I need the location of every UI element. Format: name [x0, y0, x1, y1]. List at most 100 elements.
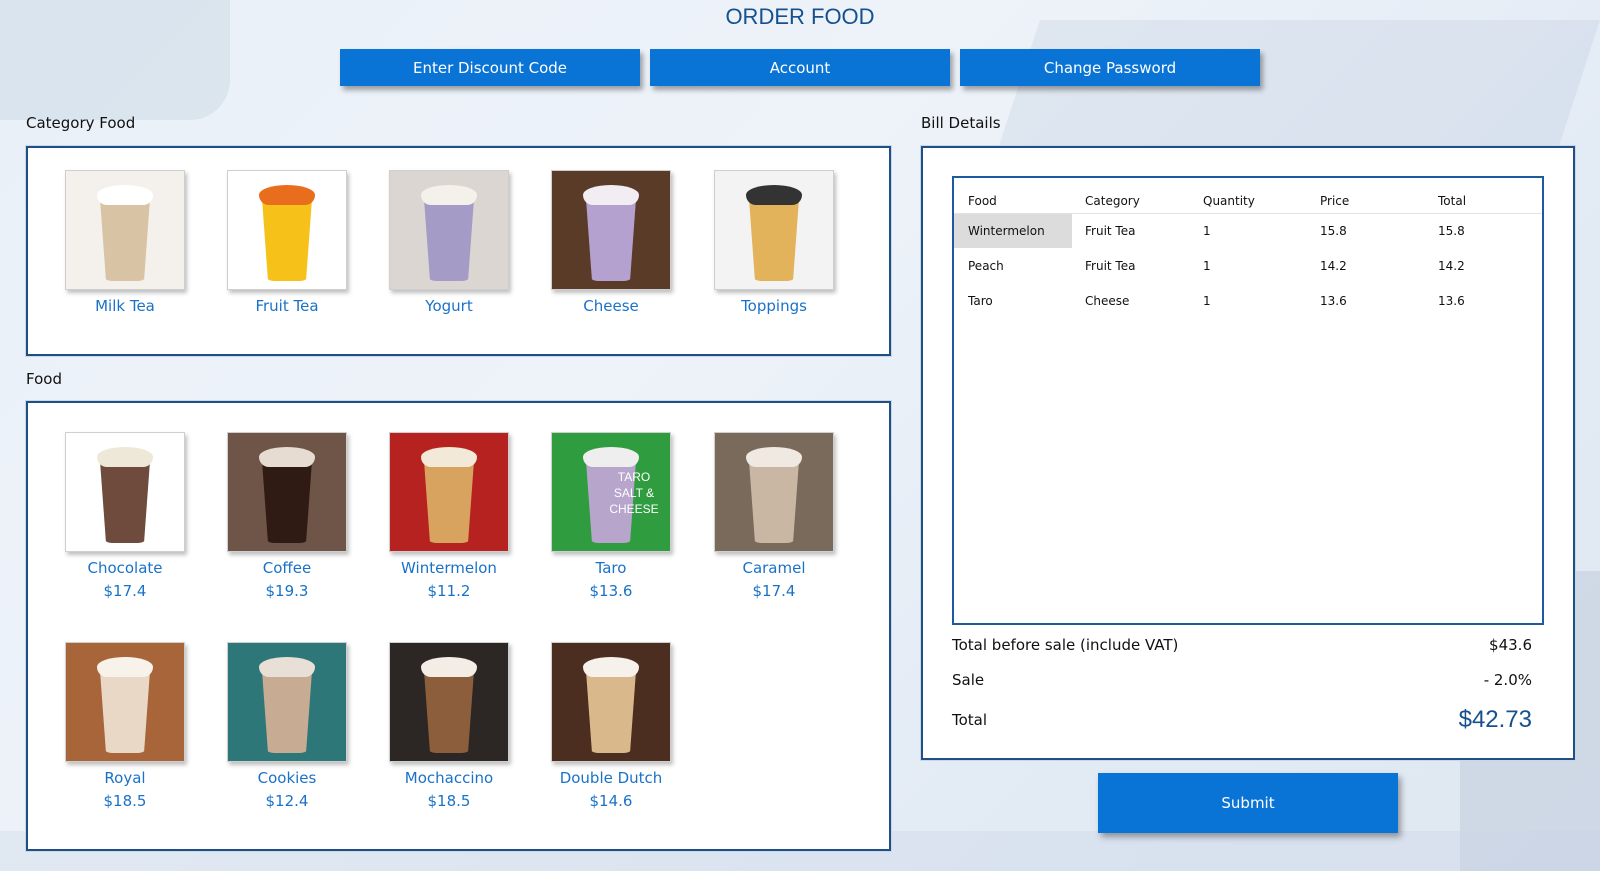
- food-tile-cookies[interactable]: Cookies $12.4: [225, 642, 349, 810]
- cell-food: Wintermelon: [968, 224, 1045, 238]
- cell-category: Fruit Tea: [1085, 224, 1136, 238]
- food-image[interactable]: [227, 432, 347, 552]
- food-name[interactable]: Coffee: [225, 559, 349, 577]
- food-image[interactable]: [65, 642, 185, 762]
- drink-cup-icon: [424, 199, 474, 281]
- drink-topping-icon: [746, 185, 802, 205]
- cell-quantity: 1: [1203, 224, 1211, 238]
- drink-topping-icon: [259, 657, 315, 677]
- food-price: $17.4: [103, 582, 147, 600]
- food-tile-coffee[interactable]: Coffee $19.3: [225, 432, 349, 600]
- category-name[interactable]: Milk Tea: [63, 297, 187, 315]
- food-image[interactable]: [65, 432, 185, 552]
- enter-discount-code-button[interactable]: Enter Discount Code: [340, 49, 640, 86]
- total-label: Total: [952, 711, 988, 729]
- category-section-label: Category Food: [26, 114, 136, 132]
- drink-topping-icon: [746, 447, 802, 467]
- category-tile-cheese[interactable]: Cheese: [549, 170, 673, 315]
- drink-topping-icon: [583, 185, 639, 205]
- cell-price: 14.2: [1320, 259, 1347, 273]
- drink-cup-icon: [424, 461, 474, 543]
- category-image[interactable]: [227, 170, 347, 290]
- category-tile-milk-tea[interactable]: Milk Tea: [63, 170, 187, 315]
- food-price: $12.4: [265, 792, 309, 810]
- drink-cup-icon: [424, 671, 474, 753]
- category-tile-toppings[interactable]: Toppings: [712, 170, 836, 315]
- food-panel: Chocolate $17.4 Coffee $19.3 Wintermelon $11.…: [26, 401, 891, 851]
- drink-cup-icon: [262, 461, 312, 543]
- category-name[interactable]: Yogurt: [387, 297, 511, 315]
- cell-total: 13.6: [1438, 294, 1465, 308]
- total-before-sale-value: $43.6: [1489, 636, 1532, 654]
- food-tile-double-dutch[interactable]: Double Dutch $14.6: [549, 642, 673, 810]
- drink-topping-icon: [97, 657, 153, 677]
- sale-value: - 2.0%: [1483, 671, 1532, 689]
- drink-topping-icon: [259, 447, 315, 467]
- column-header-total[interactable]: Total: [1438, 194, 1466, 208]
- food-name[interactable]: Caramel: [712, 559, 836, 577]
- category-tile-fruit-tea[interactable]: Fruit Tea: [225, 170, 349, 315]
- cell-price: 13.6: [1320, 294, 1347, 308]
- drink-topping-icon: [259, 185, 315, 205]
- category-image[interactable]: [551, 170, 671, 290]
- food-name[interactable]: Cookies: [225, 769, 349, 787]
- food-name[interactable]: Mochaccino: [387, 769, 511, 787]
- total-before-sale-label: Total before sale (include VAT): [952, 636, 1179, 654]
- page-title: ORDER FOOD: [725, 4, 875, 29]
- food-name[interactable]: Wintermelon: [387, 559, 511, 577]
- food-price: $19.3: [265, 582, 309, 600]
- cell-quantity: 1: [1203, 294, 1211, 308]
- food-tile-chocolate[interactable]: Chocolate $17.4: [63, 432, 187, 600]
- food-tile-caramel[interactable]: Caramel $17.4: [712, 432, 836, 600]
- table-row[interactable]: Wintermelon Fruit Tea 1 15.8 15.8: [954, 214, 1542, 248]
- food-tile-taro[interactable]: TARO SALT & CHEESE Taro $13.6: [549, 432, 673, 600]
- food-section-label: Food: [26, 370, 62, 388]
- food-price: $11.2: [427, 582, 471, 600]
- food-name[interactable]: Double Dutch: [549, 769, 673, 787]
- food-name[interactable]: Taro: [549, 559, 673, 577]
- category-name[interactable]: Cheese: [549, 297, 673, 315]
- change-password-button[interactable]: Change Password: [960, 49, 1260, 86]
- food-name[interactable]: Royal: [63, 769, 187, 787]
- table-row[interactable]: Taro Cheese 1 13.6 13.6: [954, 284, 1542, 318]
- category-name[interactable]: Toppings: [712, 297, 836, 315]
- food-image[interactable]: [714, 432, 834, 552]
- food-image[interactable]: [389, 432, 509, 552]
- table-row[interactable]: Peach Fruit Tea 1 14.2 14.2: [954, 249, 1542, 283]
- drink-topping-icon: [583, 447, 639, 467]
- total-value: $42.73: [1458, 706, 1532, 733]
- drink-cup-icon: [749, 199, 799, 281]
- cell-category: Fruit Tea: [1085, 259, 1136, 273]
- submit-button[interactable]: Submit: [1098, 773, 1398, 833]
- column-header-quantity[interactable]: Quantity: [1203, 194, 1255, 208]
- drink-cup-icon: [749, 461, 799, 543]
- category-tile-yogurt[interactable]: Yogurt: [387, 170, 511, 315]
- food-price: $17.4: [752, 582, 796, 600]
- bill-table[interactable]: Food Category Quantity Price Total Winte…: [952, 176, 1544, 625]
- food-tile-mochaccino[interactable]: Mochaccino $18.5: [387, 642, 511, 810]
- food-image[interactable]: [389, 642, 509, 762]
- account-button[interactable]: Account: [650, 49, 950, 86]
- drink-cup-icon: [100, 461, 150, 543]
- food-tile-royal[interactable]: Royal $18.5: [63, 642, 187, 810]
- food-price: $13.6: [589, 582, 633, 600]
- drink-cup-icon: [586, 199, 636, 281]
- food-price: $14.6: [589, 792, 633, 810]
- column-header-food[interactable]: Food: [968, 194, 997, 208]
- food-image[interactable]: [227, 642, 347, 762]
- column-header-price[interactable]: Price: [1320, 194, 1349, 208]
- food-tile-wintermelon[interactable]: Wintermelon $11.2: [387, 432, 511, 600]
- drink-cup-icon: [262, 199, 312, 281]
- cell-category: Cheese: [1085, 294, 1130, 308]
- category-panel: Milk Tea Fruit Tea Yogurt Cheese Toppings: [26, 146, 891, 356]
- column-header-category[interactable]: Category: [1085, 194, 1140, 208]
- food-image[interactable]: [551, 642, 671, 762]
- category-image[interactable]: [65, 170, 185, 290]
- category-image[interactable]: [389, 170, 509, 290]
- drink-topping-icon: [421, 447, 477, 467]
- food-image[interactable]: TARO SALT & CHEESE: [551, 432, 671, 552]
- category-image[interactable]: [714, 170, 834, 290]
- food-name[interactable]: Chocolate: [63, 559, 187, 577]
- drink-cup-icon: [262, 671, 312, 753]
- category-name[interactable]: Fruit Tea: [225, 297, 349, 315]
